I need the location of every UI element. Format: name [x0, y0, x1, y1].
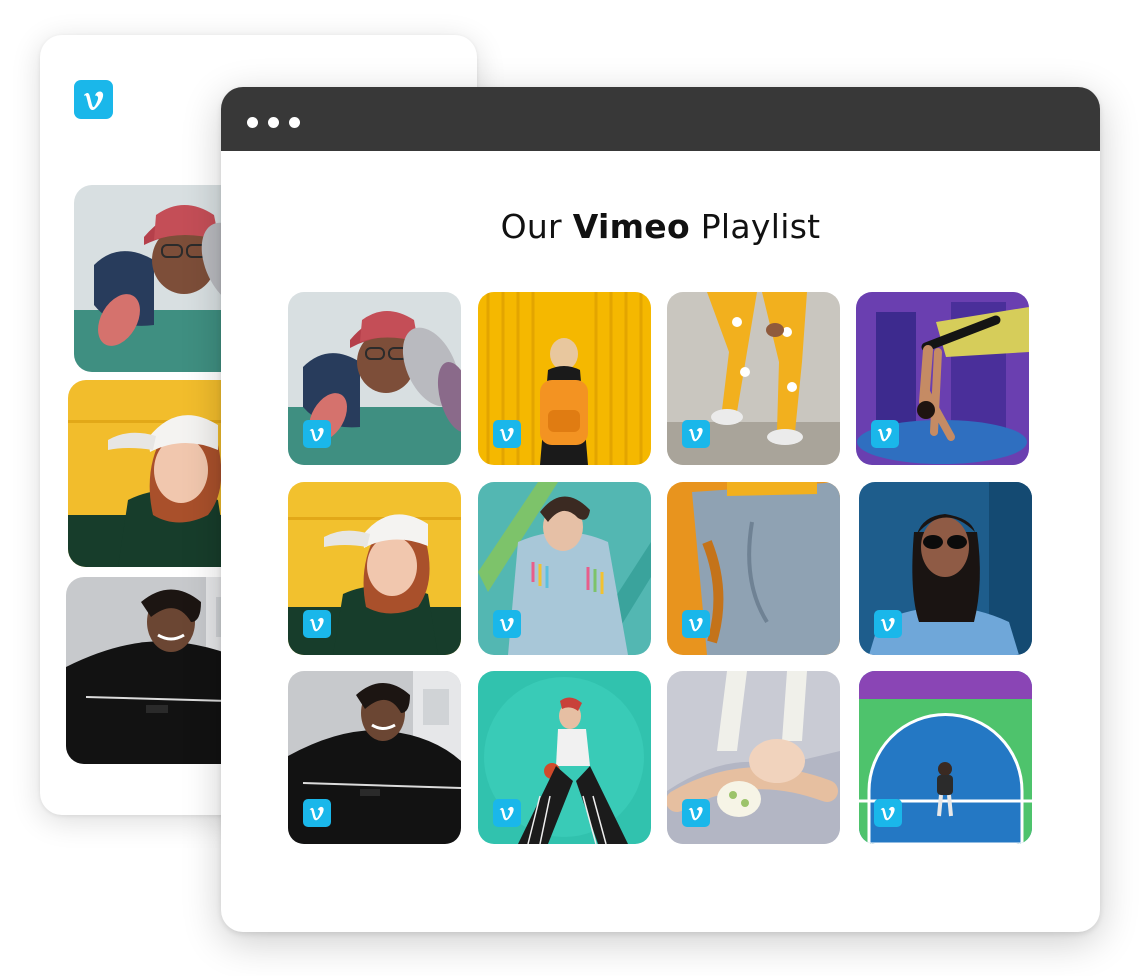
vimeo-badge-icon: [303, 420, 331, 448]
video-thumbnail[interactable]: [478, 482, 651, 655]
video-thumbnail[interactable]: [478, 671, 651, 844]
video-thumbnail[interactable]: [288, 482, 461, 655]
vimeo-badge-icon: [493, 799, 521, 827]
vimeo-badge-icon: [682, 610, 710, 638]
video-thumbnail[interactable]: [667, 482, 840, 655]
video-thumbnail[interactable]: [288, 292, 461, 465]
vimeo-badge-icon: [303, 610, 331, 638]
browser-titlebar: [221, 87, 1100, 151]
stage: Our Vimeo Playlist: [0, 0, 1139, 976]
vimeo-badge-icon: [871, 420, 899, 448]
page-title-suffix: Playlist: [700, 207, 821, 246]
window-control-dot[interactable]: [289, 117, 300, 128]
video-thumbnail[interactable]: [859, 671, 1032, 844]
page-title-prefix: Our: [500, 207, 562, 246]
window-control-dot[interactable]: [247, 117, 258, 128]
vimeo-badge-icon: [682, 799, 710, 827]
browser-window: Our Vimeo Playlist: [221, 87, 1100, 932]
vimeo-badge-icon: [874, 799, 902, 827]
video-thumbnail[interactable]: [288, 671, 461, 844]
vimeo-badge-icon: [303, 799, 331, 827]
vimeo-badge-icon: [493, 420, 521, 448]
vimeo-badge-icon: [493, 610, 521, 638]
video-thumbnail[interactable]: [667, 671, 840, 844]
video-thumbnail[interactable]: [478, 292, 651, 465]
page-title-brand: Vimeo: [572, 207, 690, 246]
vimeo-logo-icon: [74, 80, 113, 119]
window-control-dot[interactable]: [268, 117, 279, 128]
vimeo-badge-icon: [874, 610, 902, 638]
video-thumbnail[interactable]: [859, 482, 1032, 655]
video-thumbnail[interactable]: [856, 292, 1029, 465]
vimeo-badge-icon: [682, 420, 710, 448]
video-thumbnail[interactable]: [667, 292, 840, 465]
page-title: Our Vimeo Playlist: [221, 207, 1100, 246]
